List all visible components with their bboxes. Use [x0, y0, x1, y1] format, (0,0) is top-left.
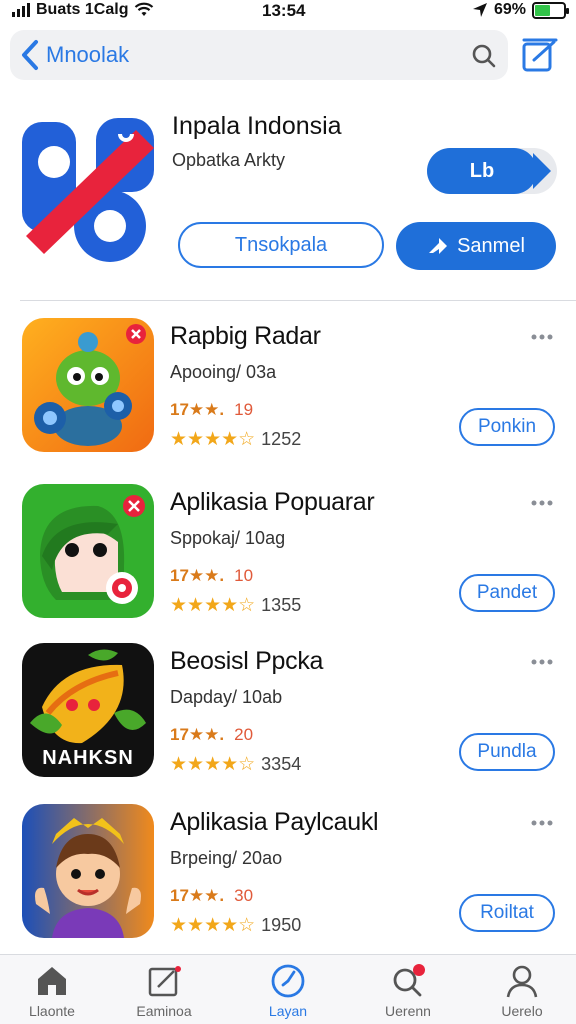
get-button[interactable]: Lb: [427, 148, 557, 194]
search-input[interactable]: Mnoolak: [10, 30, 508, 80]
compose-icon[interactable]: [520, 34, 560, 74]
more-dots-icon[interactable]: [530, 657, 554, 667]
app-meta: Brpeing/ 20ao: [170, 848, 283, 868]
app-name: Beosisl Ppcka: [170, 647, 324, 675]
secondary-action-button[interactable]: Tnsokpala: [178, 222, 384, 268]
small-rating-number: 20: [234, 725, 254, 744]
app-name: Aplikasia Popuarar: [170, 488, 375, 516]
tab-edit-label: Eaminoa: [136, 1003, 192, 1019]
more-dots-icon[interactable]: [530, 818, 554, 828]
edit-icon: [148, 966, 181, 997]
search-icon[interactable]: [470, 41, 498, 69]
small-rating: 17★★. 19: [170, 400, 253, 420]
tab-compass[interactable]: Layan: [238, 963, 338, 1023]
app-meta: Dapday/ 10ab: [170, 687, 283, 707]
tab-home[interactable]: Llaonte: [2, 963, 102, 1023]
tab-profile-label: Uerelo: [501, 1003, 543, 1019]
location-arrow-icon: [472, 3, 487, 17]
section-divider: [20, 300, 576, 301]
small-rating-number: 10: [234, 566, 254, 585]
rating-count: 1355: [261, 595, 302, 615]
app-meta: Sppokaj/ 10ag: [170, 528, 286, 548]
featured-app: Inpala Indonsia Opbatka Arkty Lb Tnsokpa…: [0, 100, 576, 296]
tab-edit[interactable]: Eaminoa: [114, 963, 214, 1023]
star-rating: ★★★★☆ 3354: [170, 753, 301, 776]
small-rating-number: 19: [234, 400, 254, 419]
rating-count: 3354: [261, 754, 302, 774]
featured-app-title: Inpala Indonsia: [172, 112, 342, 140]
app-action-button[interactable]: Roiltat: [459, 894, 555, 932]
wifi-icon: [135, 2, 154, 16]
app-action-button[interactable]: Pandet: [459, 574, 555, 612]
primary-action-label: Sanmel: [457, 234, 525, 257]
star-rating: ★★★★☆ 1355: [170, 594, 301, 617]
list-item[interactable]: Aplikasia Paylcaukl Brpeing/ 20ao 17★★. …: [0, 804, 576, 966]
search-query-text[interactable]: Mnoolak: [46, 42, 129, 68]
small-rating: 17★★. 10: [170, 566, 253, 586]
status-right: 69%: [472, 1, 569, 19]
battery-icon: [532, 1, 569, 19]
primary-action-button[interactable]: Sanmel: [396, 222, 556, 270]
app-icon-caption: NAHKSN: [42, 747, 134, 769]
battery-percent: 69%: [493, 1, 526, 18]
search-icon: [393, 964, 425, 997]
list-item[interactable]: Rapbig Radar Apooing/ 03a 17★★. 19 ★★★★☆…: [0, 318, 576, 480]
small-rating-text: 17★★.: [170, 725, 225, 744]
tab-home-label: Llaonte: [29, 1003, 75, 1019]
app-name: Rapbig Radar: [170, 322, 321, 350]
tab-bar: Llaonte Eaminoa Layan Uerenn Uerelo: [0, 954, 576, 1024]
featured-app-icon[interactable]: [18, 108, 160, 268]
status-bar: Buats 1Calg 13:54 69%: [0, 0, 576, 24]
app-action-button[interactable]: Pundla: [459, 733, 555, 771]
status-time: 13:54: [262, 1, 306, 20]
star-rating: ★★★★☆ 1950: [170, 914, 301, 937]
get-button-label[interactable]: Lb: [427, 148, 551, 194]
home-icon: [38, 967, 66, 995]
tab-search[interactable]: Uerenn: [358, 963, 458, 1023]
rating-count: 1950: [261, 915, 302, 935]
more-dots-icon[interactable]: [530, 498, 554, 508]
stars-icon: ★★★★☆: [170, 754, 256, 775]
featured-app-subtitle: Opbatka Arkty: [172, 150, 286, 170]
list-item[interactable]: NAHKSN Beosisl Ppcka Dapday/ 10ab 17★★. …: [0, 643, 576, 805]
stars-icon: ★★★★☆: [170, 595, 256, 616]
star-rating: ★★★★☆ 1252: [170, 428, 301, 451]
tab-search-label: Uerenn: [385, 1003, 431, 1019]
avatar-app-icon[interactable]: [22, 804, 154, 938]
more-dots-icon[interactable]: [530, 332, 554, 342]
list-item[interactable]: Aplikasia Popuarar Sppokaj/ 10ag 17★★. 1…: [0, 484, 576, 646]
status-left: Buats 1Calg: [12, 1, 154, 19]
small-rating-text: 17★★.: [170, 400, 225, 419]
small-rating: 17★★. 20: [170, 725, 253, 745]
search-nav: Mnoolak: [0, 28, 576, 84]
stars-icon: ★★★★☆: [170, 915, 256, 936]
person-icon: [506, 965, 538, 998]
character-app-icon[interactable]: [22, 484, 154, 618]
tab-compass-label: Layan: [268, 1003, 308, 1019]
compass-icon: [271, 964, 305, 998]
stars-icon: ★★★★☆: [170, 429, 256, 450]
app-meta: Apooing/ 03a: [170, 362, 277, 382]
app-name: Aplikasia Paylcaukl: [170, 808, 379, 836]
carrier-label: Buats 1Calg: [36, 1, 129, 18]
robot-app-icon[interactable]: [22, 318, 154, 452]
small-rating: 17★★. 30: [170, 886, 253, 906]
share-arrow-icon: [429, 238, 448, 254]
signal-icon: [12, 3, 30, 17]
rating-count: 1252: [261, 429, 302, 449]
back-chevron-icon[interactable]: [16, 38, 46, 72]
leaf-app-icon[interactable]: NAHKSN: [22, 643, 154, 777]
app-action-button[interactable]: Ponkin: [459, 408, 555, 446]
small-rating-number: 30: [234, 886, 254, 905]
tab-profile[interactable]: Uerelo: [472, 963, 572, 1023]
small-rating-text: 17★★.: [170, 566, 225, 585]
small-rating-text: 17★★.: [170, 886, 225, 905]
